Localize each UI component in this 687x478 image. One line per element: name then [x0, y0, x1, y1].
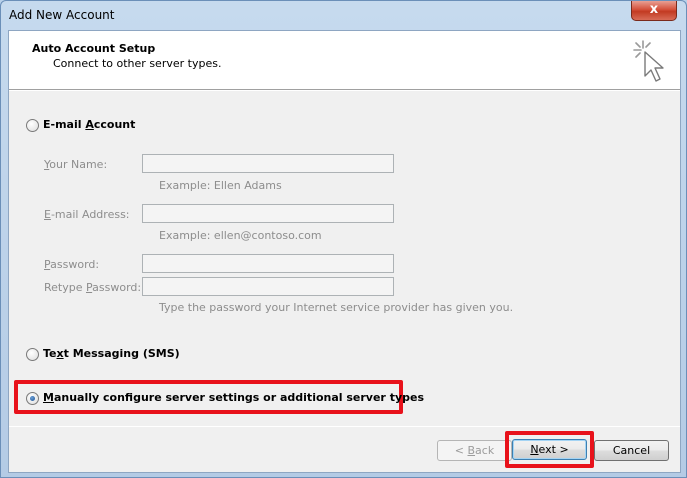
retype-password-label: Retype Password:	[44, 281, 142, 294]
password-label: Password:	[44, 258, 100, 271]
email-account-radio[interactable]	[26, 119, 39, 132]
close-button[interactable]: x	[631, 1, 677, 21]
email-address-input[interactable]	[142, 204, 394, 223]
password-hint: Type the password your Internet service …	[159, 301, 514, 314]
email-address-hint: Example: ellen@contoso.com	[159, 229, 322, 242]
dialog-body: Auto Account Setup Connect to other serv…	[8, 30, 681, 473]
window-title: Add New Account	[9, 8, 115, 22]
add-account-dialog: Add New Account x Auto Account Setup Con…	[0, 0, 687, 478]
header-separator	[9, 90, 680, 91]
retype-password-input[interactable]	[142, 277, 394, 296]
wizard-header: Auto Account Setup Connect to other serv…	[9, 31, 680, 90]
your-name-hint: Example: Ellen Adams	[159, 179, 282, 192]
page-title: Auto Account Setup	[32, 42, 156, 55]
close-icon: x	[649, 2, 659, 17]
title-bar[interactable]: Add New Account x	[1, 1, 686, 31]
email-address-label: E-mail Address:	[44, 208, 130, 221]
next-button[interactable]: Next >	[512, 439, 587, 460]
text-messaging-radio[interactable]	[26, 348, 39, 361]
page-subtitle: Connect to other server types.	[53, 57, 222, 70]
cancel-button[interactable]: Cancel	[594, 440, 669, 461]
email-account-label[interactable]: E-mail Account	[43, 118, 135, 131]
footer-separator	[9, 426, 680, 427]
text-messaging-label[interactable]: Text Messaging (SMS)	[43, 347, 180, 360]
your-name-label: Your Name:	[44, 158, 108, 171]
manual-configure-radio[interactable]	[26, 392, 39, 405]
back-button[interactable]: < Back	[437, 440, 512, 461]
cursor-click-icon	[633, 40, 664, 82]
your-name-input[interactable]	[142, 154, 394, 173]
manual-configure-label[interactable]: Manually configure server settings or ad…	[43, 391, 424, 404]
password-input[interactable]	[142, 254, 394, 273]
